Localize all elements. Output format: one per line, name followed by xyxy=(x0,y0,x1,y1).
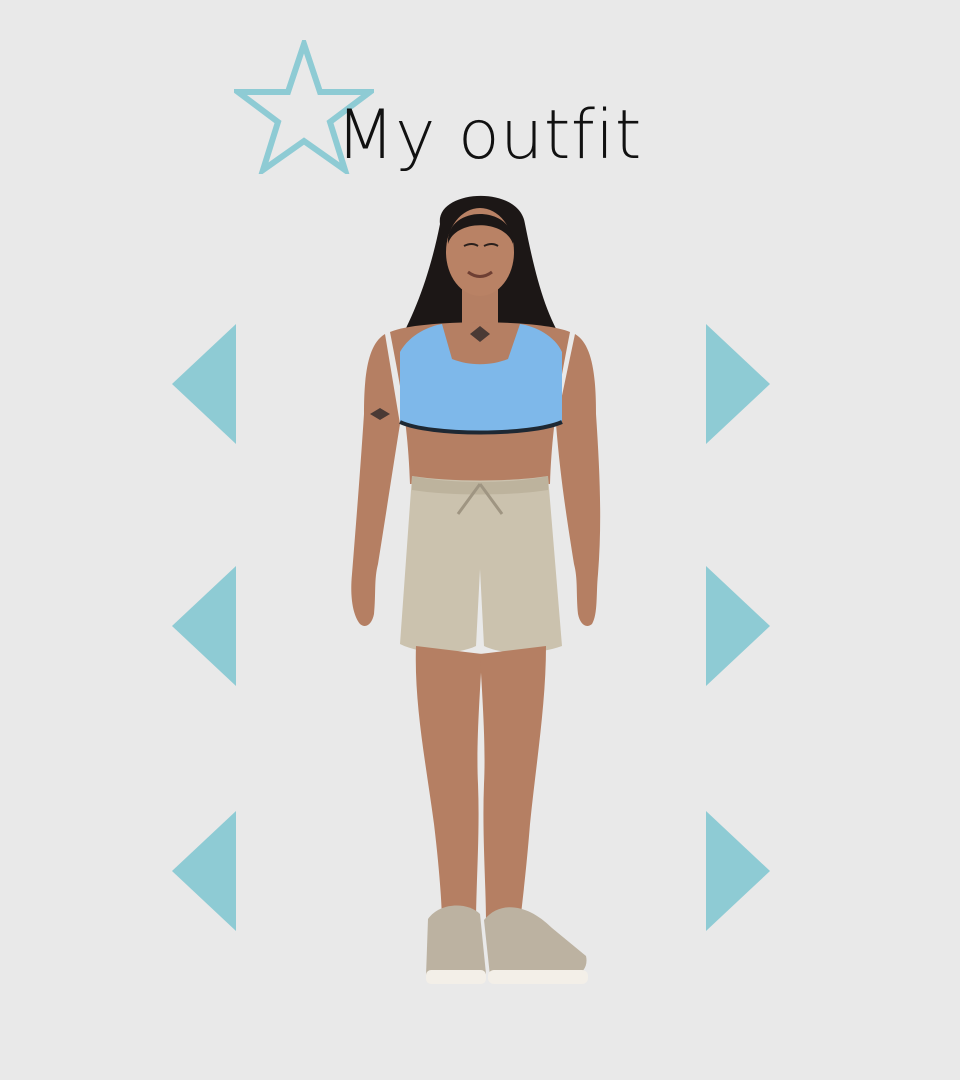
next-top-button[interactable] xyxy=(706,324,770,444)
right-leg xyxy=(480,646,546,924)
triangle-left-icon xyxy=(172,324,236,444)
triangle-right-icon xyxy=(706,566,770,686)
left-leg xyxy=(415,646,482,924)
triangle-left-icon xyxy=(172,811,236,931)
left-arm xyxy=(351,334,400,626)
triangle-left-icon xyxy=(172,566,236,686)
triangle-right-icon xyxy=(706,811,770,931)
triangle-right-icon xyxy=(706,324,770,444)
next-shoes-button[interactable] xyxy=(706,811,770,931)
page-title: My outfit xyxy=(336,96,642,175)
next-bottom-button[interactable] xyxy=(706,566,770,686)
shorts xyxy=(400,476,562,653)
previous-shoes-button[interactable] xyxy=(172,811,236,931)
right-arm xyxy=(556,334,601,626)
outfit-screen: My outfit xyxy=(0,0,960,1080)
previous-bottom-button[interactable] xyxy=(172,566,236,686)
previous-top-button[interactable] xyxy=(172,324,236,444)
model-photo xyxy=(351,195,601,984)
